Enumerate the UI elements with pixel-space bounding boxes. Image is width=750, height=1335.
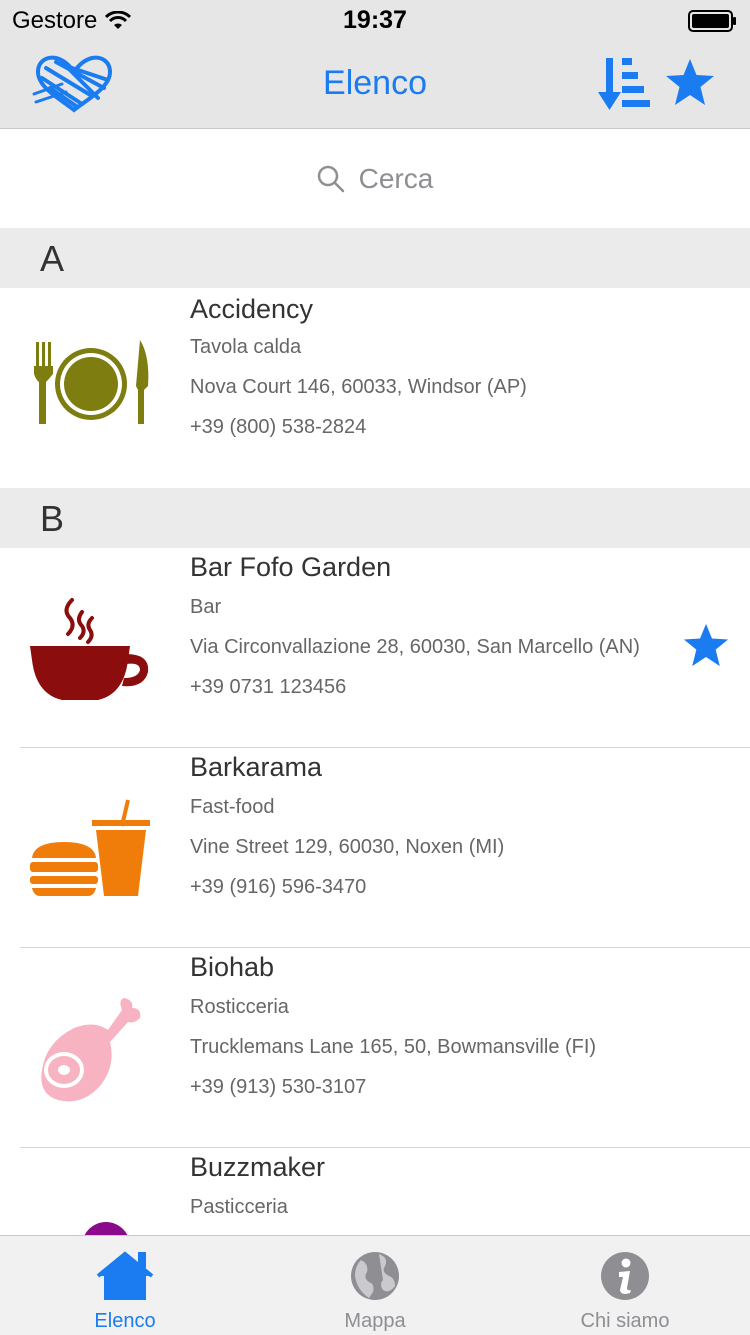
coffee-cup-icon (30, 598, 149, 700)
item-category: Bar (190, 596, 222, 618)
sort-button[interactable] (596, 56, 652, 117)
section-header-b: B (0, 488, 750, 548)
battery-icon (688, 10, 738, 39)
navigation-bar: Elenco (0, 40, 750, 129)
home-icon (96, 1251, 154, 1300)
clock: 19:37 (343, 6, 407, 34)
item-category: Tavola calda (190, 336, 302, 358)
list-item[interactable]: Buzzmaker Pasticceria (0, 1148, 750, 1235)
tab-label: Chi siamo (580, 1310, 670, 1332)
item-address: Vine Street 129, 60030, Noxen (MI) (190, 836, 505, 858)
search-icon (317, 165, 344, 193)
item-name: Buzzmaker (190, 1152, 326, 1182)
list-item[interactable]: Biohab Rosticceria Trucklemans Lane 165,… (0, 948, 750, 1148)
list-item[interactable]: Accidency Tavola calda Nova Court 146, 6… (0, 288, 750, 488)
globe-icon (351, 1252, 399, 1300)
pastry-chef-icon (84, 1222, 128, 1235)
restaurant-list[interactable]: A Accidency Tavola calda Nova Court 146,… (0, 228, 750, 1235)
plate-cutlery-icon (34, 340, 149, 424)
item-phone[interactable]: +39 (916) 596-3470 (190, 876, 366, 899)
section-header-a: A (0, 228, 750, 288)
sort-descending-icon (598, 58, 650, 110)
ham-icon (41, 998, 141, 1102)
status-bar: Gestore 19:37 (0, 0, 750, 40)
favorite-star-icon[interactable] (682, 622, 730, 673)
item-address: Nova Court 146, 60033, Windsor (AP) (190, 376, 527, 398)
list-item[interactable]: Barkarama Fast-food Vine Street 129, 600… (0, 748, 750, 948)
search-bar: Cerca (0, 129, 750, 228)
tab-elenco[interactable]: Elenco (0, 1236, 250, 1335)
item-address: Via Circonvallazione 28, 60030, San Marc… (190, 636, 640, 658)
list-item[interactable]: Bar Fofo Garden Bar Via Circonvallazione… (0, 548, 750, 748)
search-placeholder: Cerca (358, 163, 434, 194)
search-input[interactable]: Cerca (0, 159, 750, 199)
item-category: Pasticceria (190, 1196, 288, 1218)
star-icon (666, 59, 714, 105)
tab-bar: Elenco Mappa Chi siamo (0, 1235, 750, 1335)
item-category: Fast-food (190, 796, 275, 818)
item-phone[interactable]: +39 (913) 530-3107 (190, 1076, 366, 1099)
tab-chi-siamo[interactable]: Chi siamo (500, 1236, 750, 1335)
favorites-button[interactable] (664, 57, 716, 112)
tab-label: Mappa (344, 1310, 406, 1332)
item-name: Biohab (190, 952, 275, 982)
item-phone[interactable]: +39 (800) 538-2824 (190, 416, 366, 439)
item-name: Accidency (190, 294, 314, 324)
item-category: Rosticceria (190, 996, 289, 1018)
item-address: Trucklemans Lane 165, 50, Bowmansville (… (190, 1036, 597, 1058)
burger-drink-icon (30, 799, 150, 896)
item-name: Bar Fofo Garden (190, 552, 392, 582)
item-name: Barkarama (190, 752, 323, 782)
item-phone[interactable]: +39 0731 123456 (190, 676, 346, 699)
tab-label: Elenco (94, 1310, 156, 1332)
tab-mappa[interactable]: Mappa (250, 1236, 500, 1335)
info-icon (601, 1252, 649, 1300)
